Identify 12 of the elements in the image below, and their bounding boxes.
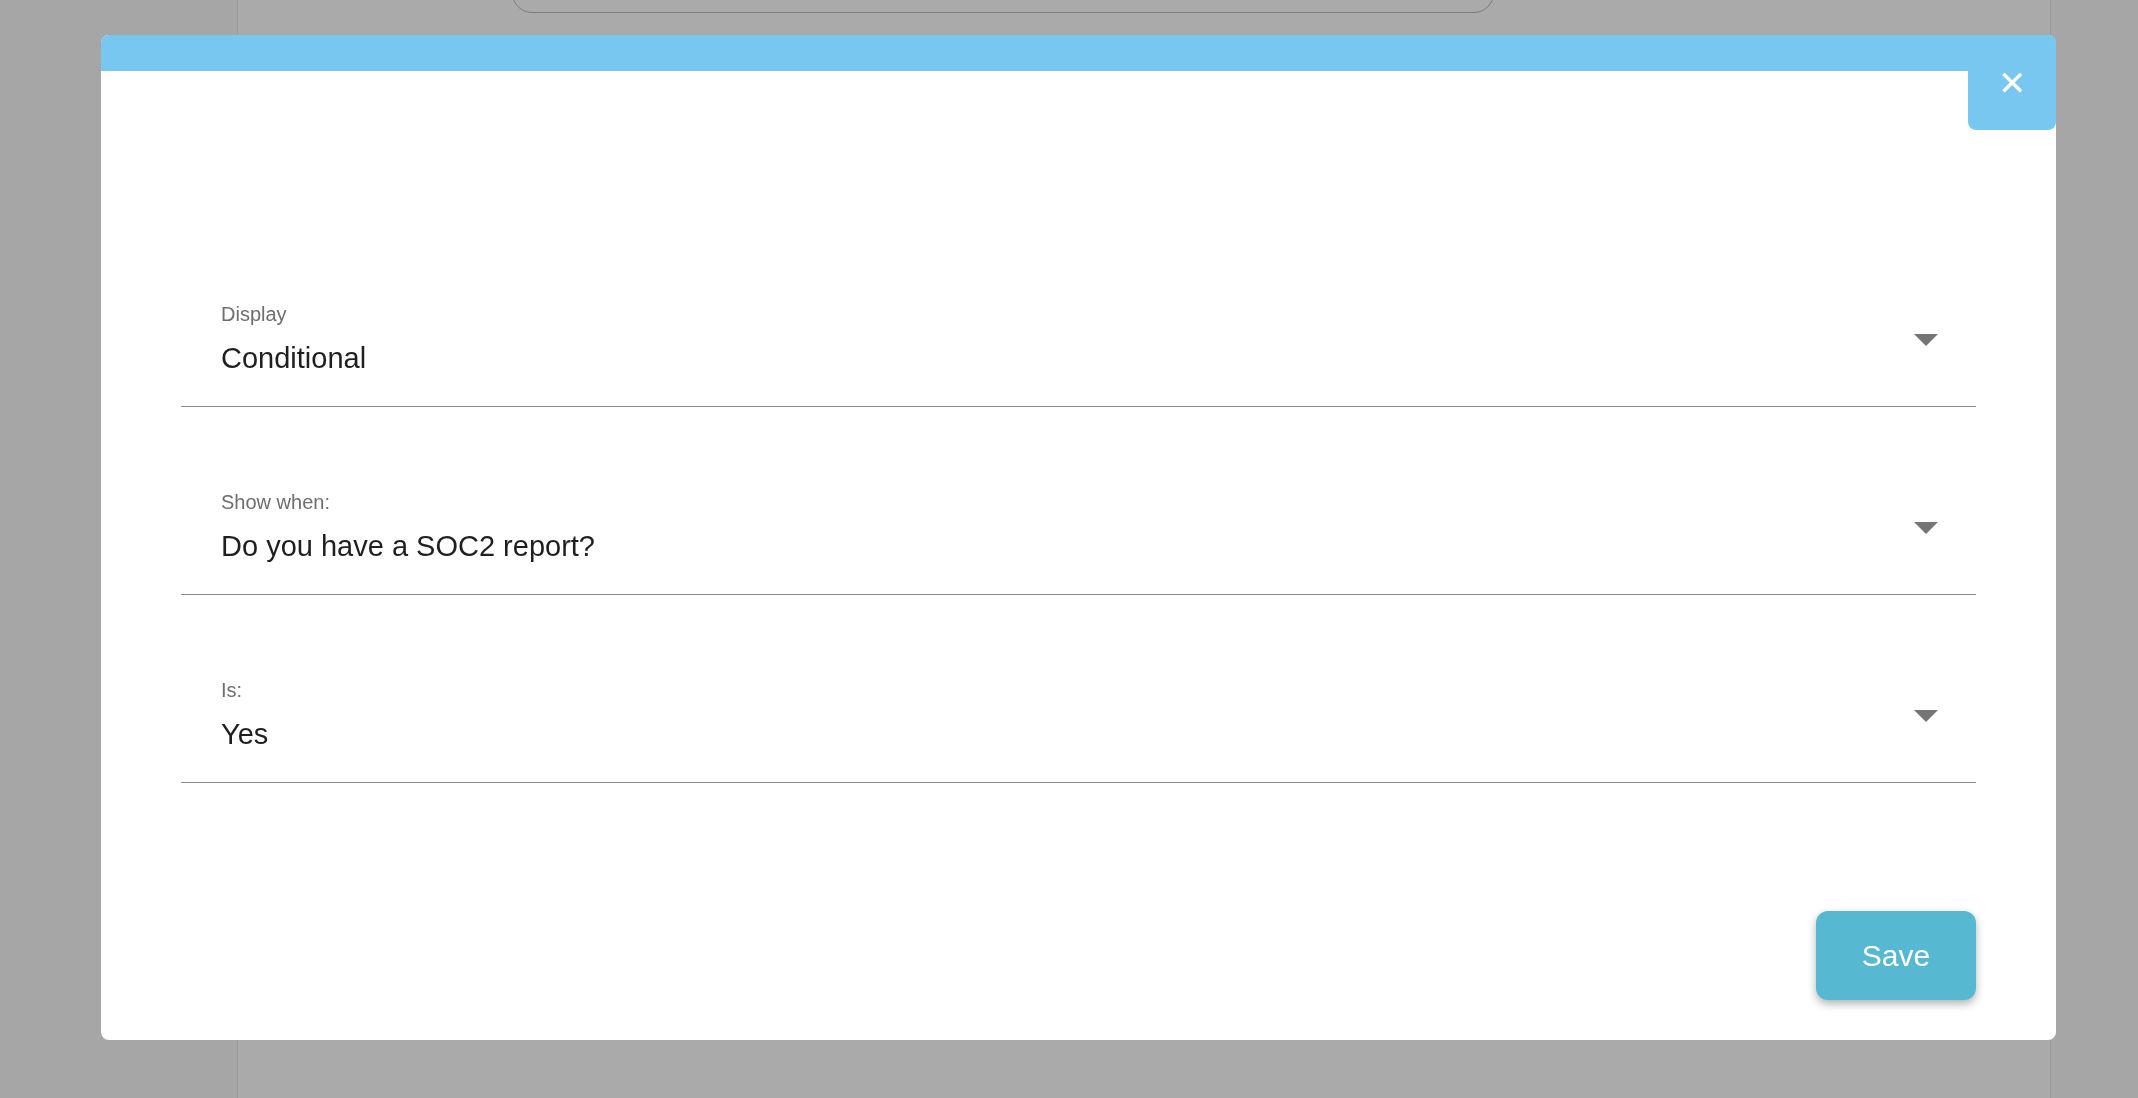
field-value: Do you have a SOC2 report? (221, 529, 595, 564)
dropdown-caret-icon[interactable] (1914, 710, 1938, 722)
field-value: Yes (221, 717, 269, 752)
select-field[interactable]: Is: Yes (181, 678, 1976, 783)
dropdown-caret-icon[interactable] (1914, 522, 1938, 534)
field-label: Display (221, 302, 288, 326)
select-field[interactable]: Display Conditional (181, 302, 1976, 407)
field-label: Is: (221, 678, 244, 702)
field-label: Show when: (221, 490, 331, 514)
select-field[interactable]: Show when: Do you have a SOC2 report? (181, 490, 1976, 595)
dropdown-caret-icon[interactable] (1914, 334, 1938, 346)
field-value: Conditional (221, 341, 367, 376)
